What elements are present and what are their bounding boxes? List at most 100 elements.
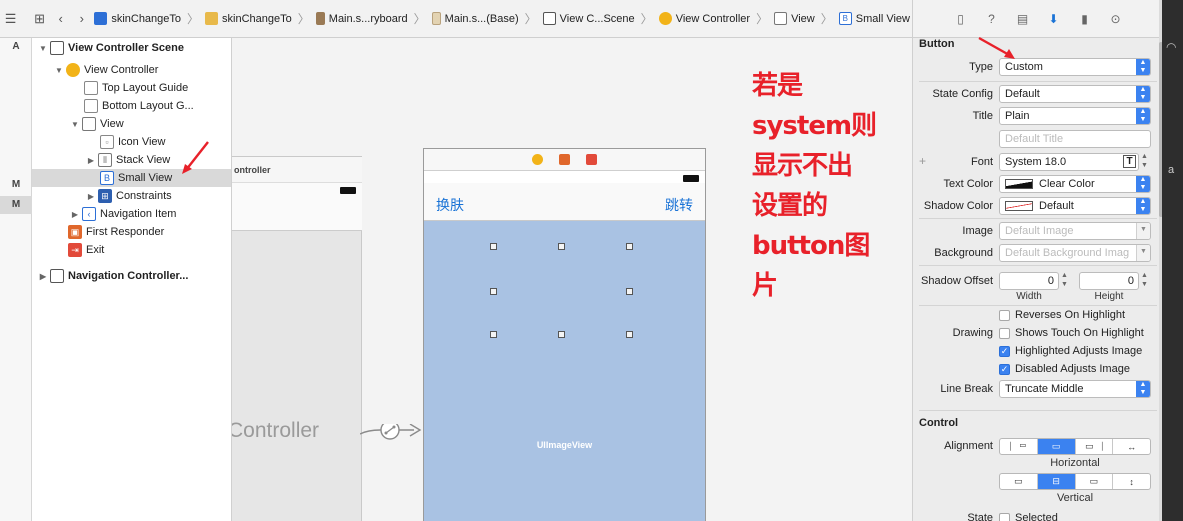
state-config-popup[interactable]: Default ▲ ▼	[999, 85, 1151, 103]
align-right-icon[interactable]: ▭⎹	[1076, 439, 1114, 454]
navigation-controller-scene[interactable]: ontroller Controller	[232, 156, 362, 521]
breadcrumb-item-storyboard-base[interactable]: Main.s...(Base)	[430, 9, 521, 29]
resize-handle[interactable]	[626, 331, 633, 338]
button-icon: B	[100, 171, 114, 185]
outline-item-scene[interactable]: ▼ View Controller Scene	[32, 39, 231, 57]
outline-item-view[interactable]: ▼ View	[32, 115, 231, 133]
jump-button[interactable]: 跳转	[665, 195, 693, 215]
image-combo[interactable]: Default Image ▼	[999, 222, 1151, 240]
align-fill-h-icon[interactable]: ↔	[1113, 439, 1150, 454]
breadcrumb-item-folder[interactable]: skinChangeTo	[203, 9, 294, 29]
align-top-icon[interactable]: ▭	[1000, 474, 1038, 489]
type-popup[interactable]: Custom ▲ ▼	[999, 58, 1151, 76]
outline-item-navigation-item[interactable]: ▶ ‹ Navigation Item	[32, 205, 231, 223]
resize-handle[interactable]	[490, 288, 497, 295]
connections-inspector-icon[interactable]: ⊙	[1105, 8, 1127, 30]
stepper-icon[interactable]: ▲ ▼	[1061, 271, 1068, 289]
breadcrumb-item-scene[interactable]: View C...Scene	[541, 9, 637, 29]
resize-handle[interactable]	[490, 243, 497, 250]
forward-icon[interactable]: ›	[71, 8, 92, 30]
annotation-line: 设置的	[752, 191, 828, 221]
title-input[interactable]: Default Title	[999, 130, 1151, 148]
breadcrumb-item-storyboard[interactable]: Main.s...ryboard	[314, 9, 410, 29]
exit-icon[interactable]	[586, 154, 597, 165]
help-icon[interactable]: ?	[981, 8, 1003, 30]
storyboard-canvas[interactable]: ontroller Controller 换肤 跳转 UIImageView 若…	[232, 38, 912, 521]
font-value: System 18.0	[1005, 156, 1067, 168]
resize-handle[interactable]	[626, 288, 633, 295]
outline-item-constraints[interactable]: ▶ ⊞ Constraints	[32, 187, 231, 205]
status-m: M	[11, 179, 21, 190]
text-color-popup[interactable]: Clear Color ▲ ▼	[999, 175, 1151, 193]
shadow-width-input[interactable]: 0	[999, 272, 1059, 290]
font-field[interactable]: System 18.0 T	[999, 153, 1139, 171]
disabled-adjusts-checkbox[interactable]: ✓ Disabled Adjusts Image	[999, 362, 1130, 376]
scene-icon	[50, 41, 64, 55]
divider	[919, 410, 1157, 411]
disclosure-open-icon[interactable]: ▼	[38, 44, 48, 53]
highlighted-adjusts-checkbox[interactable]: ✓ Highlighted Adjusts Image	[999, 344, 1142, 358]
align-fill-v-icon[interactable]: ↕	[1113, 474, 1150, 489]
disclosure-open-icon[interactable]: ▼	[70, 120, 80, 129]
view-controller-icon	[66, 63, 80, 77]
disclosure-closed-icon[interactable]: ▶	[38, 272, 48, 281]
view-controller-icon[interactable]	[532, 154, 543, 165]
disclosure-closed-icon[interactable]: ▶	[86, 156, 96, 165]
breadcrumb-item-view-controller[interactable]: View Controller	[657, 9, 752, 29]
background-label: Background	[934, 247, 993, 259]
resize-handle[interactable]	[626, 243, 633, 250]
shows-touch-checkbox[interactable]: Shows Touch On Highlight	[999, 326, 1144, 340]
back-icon[interactable]: ‹	[50, 8, 71, 30]
skin-change-button[interactable]: 换肤	[436, 195, 464, 215]
outline-item-bottom-guide[interactable]: Bottom Layout G...	[32, 97, 231, 115]
resize-handle[interactable]	[490, 331, 497, 338]
image-view[interactable]: UIImageView	[424, 221, 705, 521]
breadcrumb-item-view[interactable]: View	[772, 9, 817, 29]
breadcrumb-item-project[interactable]: skinChangeTo	[92, 9, 183, 29]
grid-icon[interactable]: ⊞	[29, 8, 50, 30]
horizontal-alignment-control[interactable]: ⎸▭ ▭ ▭⎹ ↔	[999, 438, 1151, 455]
align-bottom-icon[interactable]: ▭	[1076, 474, 1114, 489]
related-items-icon[interactable]: ☰	[0, 8, 21, 30]
outline-label: View Controller	[84, 64, 159, 76]
size-inspector-icon[interactable]: ▮	[1074, 8, 1096, 30]
outline-item-exit[interactable]: ⇥ Exit	[32, 241, 231, 259]
resize-handle[interactable]	[558, 331, 565, 338]
outline-item-top-guide[interactable]: Top Layout Guide	[32, 79, 231, 97]
first-responder-icon: ▣	[68, 225, 82, 239]
segue-arrow[interactable]	[360, 424, 424, 454]
breadcrumb-item-small-view[interactable]: B Small View	[837, 9, 912, 29]
identity-inspector-icon[interactable]: ▤	[1012, 8, 1034, 30]
folder-icon	[205, 12, 219, 25]
attributes-inspector-icon[interactable]: ⬇	[1043, 8, 1065, 30]
stepper-icon[interactable]: ▲ ▼	[1141, 152, 1148, 170]
stepper-icon[interactable]: ▲ ▼	[1141, 271, 1148, 289]
attributes-inspector: ▯ ? ▤ ⬇ ▮ ⊙ Button Type Custom ▲ ▼ State C…	[912, 0, 1163, 521]
file-inspector-icon[interactable]: ▯	[950, 8, 972, 30]
disclosure-open-icon[interactable]: ▼	[54, 66, 64, 75]
line-break-popup[interactable]: Truncate Middle ▲ ▼	[999, 380, 1151, 398]
align-center-h-icon[interactable]: ▭	[1037, 439, 1076, 454]
disclosure-closed-icon[interactable]: ▶	[70, 210, 80, 219]
first-responder-icon[interactable]	[559, 154, 570, 165]
chevron-down-icon: ▼	[1136, 245, 1150, 261]
title-type-popup[interactable]: Plain ▲ ▼	[999, 107, 1151, 125]
background-combo[interactable]: Default Background Imag ▼	[999, 244, 1151, 262]
outline-item-nav-scene[interactable]: ▶ Navigation Controller...	[32, 267, 231, 285]
shadow-color-popup[interactable]: Default ▲ ▼	[999, 197, 1151, 215]
outline-item-first-responder[interactable]: ▣ First Responder	[32, 223, 231, 241]
reverses-checkbox[interactable]: Reverses On Highlight	[999, 308, 1125, 322]
outline-item-view-controller[interactable]: ▼ View Controller	[32, 61, 231, 79]
vertical-alignment-control[interactable]: ▭ ⊟ ▭ ↕	[999, 473, 1151, 490]
align-left-icon[interactable]: ⎸▭	[1000, 439, 1038, 454]
breadcrumb-label: skinChangeTo	[222, 12, 292, 25]
resize-handle[interactable]	[558, 243, 565, 250]
view-controller-scene[interactable]: 换肤 跳转 UIImageView	[423, 148, 706, 521]
view-icon	[82, 117, 96, 131]
disclosure-closed-icon[interactable]: ▶	[86, 192, 96, 201]
align-center-v-icon[interactable]: ⊟	[1037, 474, 1076, 489]
font-picker-icon[interactable]: T	[1123, 155, 1136, 168]
shadow-color-label: Shadow Color	[923, 200, 993, 212]
selected-checkbox[interactable]: Selected	[999, 511, 1058, 521]
shadow-height-input[interactable]: 0	[1079, 272, 1139, 290]
